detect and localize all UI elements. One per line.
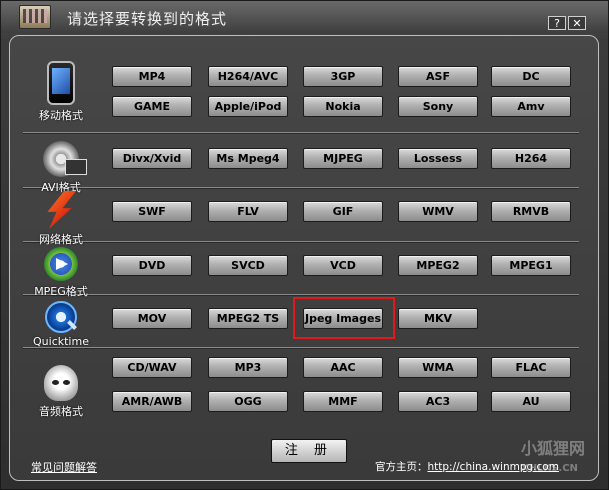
format-button-h264-avc[interactable]: H264/AVC [208,66,288,87]
format-button-flv[interactable]: FLV [208,201,288,222]
category-audio: 音频格式 [17,365,105,419]
homepage-prefix: 官方主页： [375,461,428,473]
help-button[interactable]: ? [548,16,566,30]
category-web: 网络格式 [17,191,105,247]
mobile-phone-icon [47,61,75,105]
format-button-game[interactable]: GAME [112,96,192,117]
format-button-lossess[interactable]: Lossess [398,148,478,169]
format-button-flac[interactable]: FLAC [491,357,571,378]
film-app-icon [19,5,51,29]
format-button-amv[interactable]: Amv [491,96,571,117]
category-mobile: 移动格式 [17,61,105,123]
title-bar: 请选择要转换到的格式 ? ✕ [1,1,608,33]
format-button-mkv[interactable]: MKV [398,308,478,329]
flash-icon [47,191,76,229]
format-button-wmv[interactable]: WMV [398,201,478,222]
divider [23,347,579,348]
category-label: MPEG格式 [34,285,88,298]
converter-window: 请选择要转换到的格式 ? ✕ 移动格式 AVI格式 网络格式 MPEG格式 Qu… [0,0,609,490]
mpeg-play-icon [44,247,78,281]
format-button-au[interactable]: AU [491,391,571,412]
format-button-apple-ipod[interactable]: Apple/iPod [208,96,288,117]
site-watermark: 小狐狸网 XHLKS.CN [521,439,607,489]
audio-icon [44,365,78,401]
format-button-h264[interactable]: H264 [491,148,571,169]
format-button-mp4[interactable]: MP4 [112,66,192,87]
divider [23,132,579,133]
format-button-sony[interactable]: Sony [398,96,478,117]
category-avi: AVI格式 [17,141,105,195]
category-label: Quicktime [33,335,89,348]
close-button[interactable]: ✕ [568,16,586,30]
format-button-dc[interactable]: DC [491,66,571,87]
format-button-swf[interactable]: SWF [112,201,192,222]
format-button-ms-mpeg4[interactable]: Ms Mpeg4 [208,148,288,169]
format-button-ac3[interactable]: AC3 [398,391,478,412]
format-button-mp3[interactable]: MP3 [208,357,288,378]
quicktime-icon [45,301,77,333]
category-label: 网络格式 [39,233,83,246]
watermark-text: 小狐狸网 [521,439,586,458]
watermark-subtext: XHLKS.CN [521,463,578,474]
format-button-svcd[interactable]: SVCD [208,255,288,276]
format-button-mov[interactable]: MOV [112,308,192,329]
format-button-asf[interactable]: ASF [398,66,478,87]
format-button-mjpeg[interactable]: MJPEG [303,148,383,169]
divider [23,187,579,188]
category-label: 移动格式 [39,109,83,122]
format-button-cd-wav[interactable]: CD/WAV [112,357,192,378]
divider [23,241,579,242]
category-quicktime: Quicktime [17,301,105,348]
category-mpeg: MPEG格式 [17,247,105,299]
format-button-mpeg2[interactable]: MPEG2 [398,255,478,276]
format-button-amr-awb[interactable]: AMR/AWB [112,391,192,412]
window-title: 请选择要转换到的格式 [67,10,228,28]
format-button-vcd[interactable]: VCD [303,255,383,276]
format-button-jpeg-images[interactable]: Jpeg Images [303,308,383,329]
format-button-ogg[interactable]: OGG [208,391,288,412]
format-button-dvd[interactable]: DVD [112,255,192,276]
format-button-aac[interactable]: AAC [303,357,383,378]
format-button-mpeg1[interactable]: MPEG1 [491,255,571,276]
format-button-wma[interactable]: WMA [398,357,478,378]
category-label: 音频格式 [39,405,83,418]
avi-film-icon [43,141,87,177]
format-button-nokia[interactable]: Nokia [303,96,383,117]
format-button-3gp[interactable]: 3GP [303,66,383,87]
format-button-gif[interactable]: GIF [303,201,383,222]
faq-link[interactable]: 常见问题解答 [31,459,97,475]
format-button-mmf[interactable]: MMF [303,391,383,412]
divider [23,294,579,295]
register-button[interactable]: 注 册 [271,439,347,463]
format-button-rmvb[interactable]: RMVB [491,201,571,222]
format-button-divx-xvid[interactable]: Divx/Xvid [112,148,192,169]
format-button-mpeg2-ts[interactable]: MPEG2 TS [208,308,288,329]
